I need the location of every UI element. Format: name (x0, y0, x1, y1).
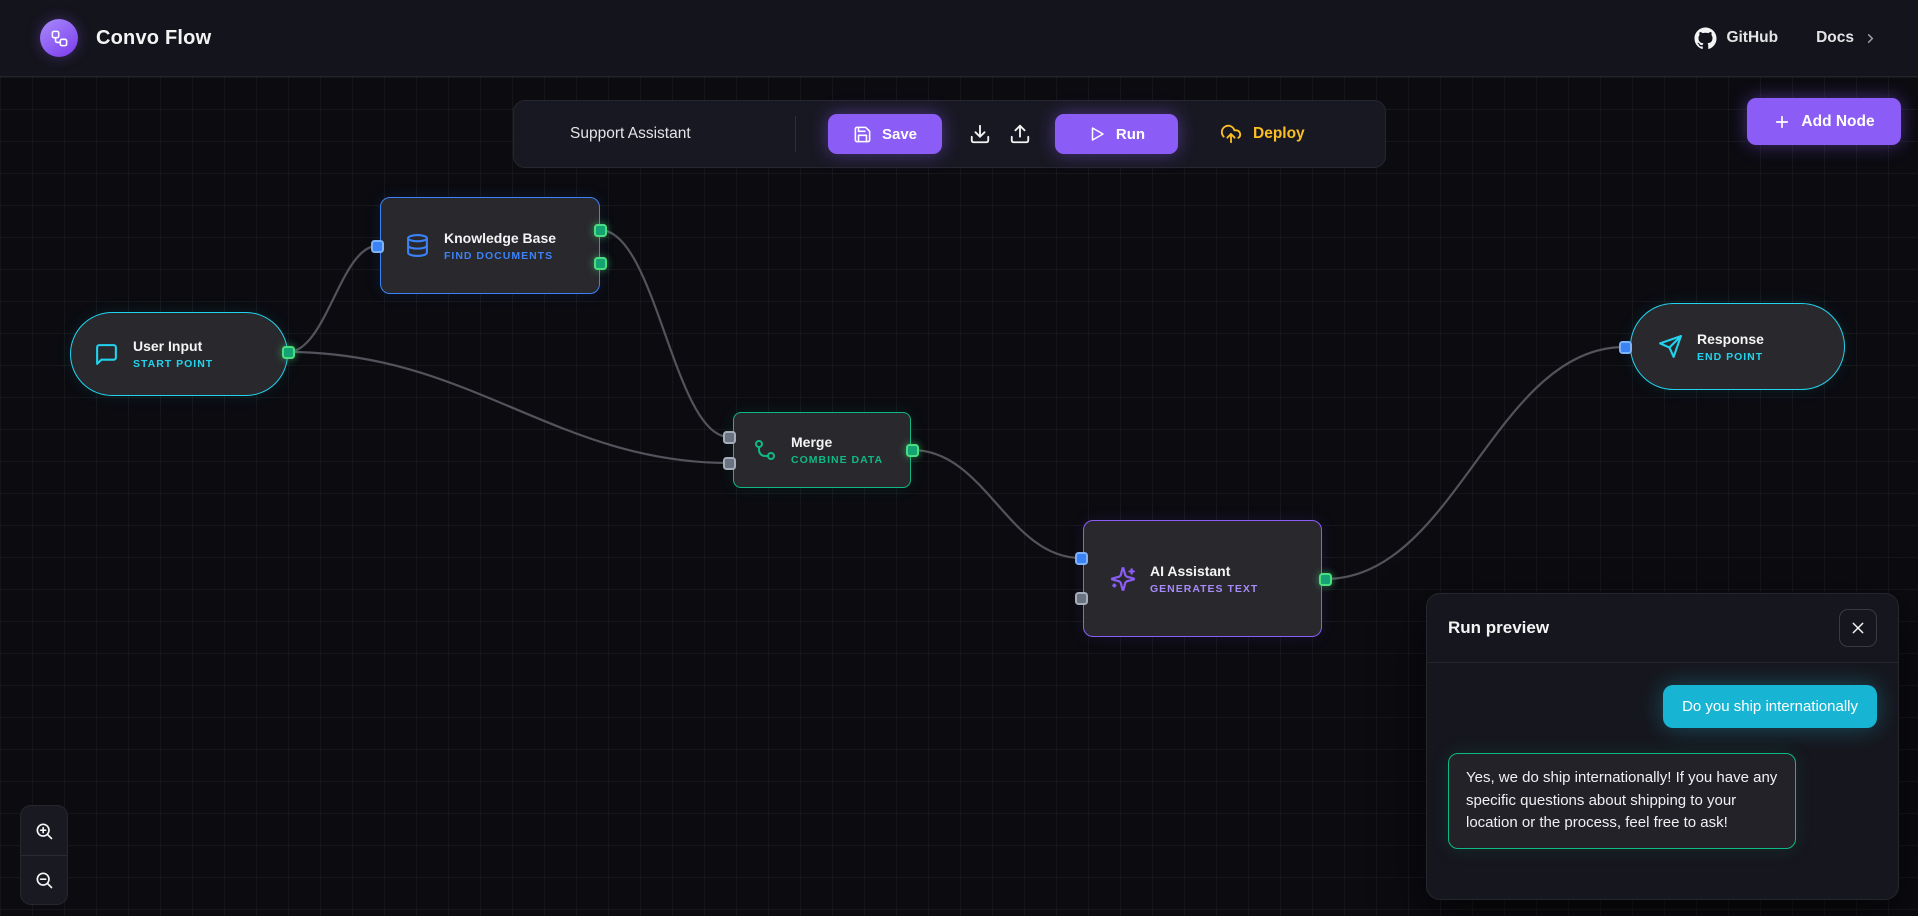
message-square-icon (94, 342, 119, 367)
import-button[interactable] (960, 114, 1000, 154)
app-logo (40, 19, 78, 57)
node-user-input[interactable]: User Input START POINT (70, 312, 288, 396)
handle-aiassistant-input-bottom[interactable] (1075, 592, 1088, 605)
deploy-button[interactable]: Deploy (1210, 114, 1315, 154)
handle-knowledgebase-output-bottom[interactable] (594, 257, 607, 270)
chat-message-assistant: Yes, we do ship internationally! If you … (1448, 753, 1796, 849)
chat-message-user: Do you ship internationally (1663, 685, 1877, 728)
zoom-in-icon (34, 821, 54, 841)
download-icon (969, 123, 991, 145)
handle-knowledgebase-input[interactable] (371, 240, 384, 253)
add-node-label: Add Node (1801, 113, 1874, 131)
handle-aiassistant-output[interactable] (1319, 573, 1332, 586)
add-node-button[interactable]: Add Node (1747, 98, 1901, 145)
node-title: Response (1697, 331, 1764, 347)
node-merge[interactable]: Merge COMBINE DATA (733, 412, 911, 488)
node-subtitle: FIND DOCUMENTS (444, 250, 556, 262)
send-icon (1658, 334, 1683, 359)
github-label: GitHub (1726, 29, 1778, 47)
close-icon (1850, 620, 1866, 636)
chevron-right-icon (1863, 31, 1878, 46)
flow-name[interactable]: Support Assistant (570, 125, 795, 143)
node-subtitle: START POINT (133, 358, 213, 370)
handle-userinput-output[interactable] (282, 346, 295, 359)
run-label: Run (1116, 126, 1145, 143)
run-button[interactable]: Run (1055, 114, 1178, 154)
zoom-in-button[interactable] (21, 806, 67, 855)
export-button[interactable] (1000, 114, 1040, 154)
zoom-controls (20, 805, 68, 905)
handle-merge-input-bottom[interactable] (723, 457, 736, 470)
sparkles-icon (1110, 566, 1136, 592)
node-subtitle: COMBINE DATA (791, 454, 883, 466)
zoom-out-icon (34, 870, 54, 890)
node-knowledge-base[interactable]: Knowledge Base FIND DOCUMENTS (380, 197, 600, 294)
cloud-upload-icon (1220, 123, 1242, 145)
handle-merge-output[interactable] (906, 444, 919, 457)
workflow-icon (50, 29, 69, 48)
docs-label: Docs (1816, 29, 1854, 47)
github-icon (1694, 27, 1717, 50)
node-title: AI Assistant (1150, 563, 1258, 579)
save-icon (853, 125, 872, 144)
node-title: Knowledge Base (444, 230, 556, 246)
docs-link[interactable]: Docs (1816, 29, 1878, 47)
handle-aiassistant-input-top[interactable] (1075, 552, 1088, 565)
node-response[interactable]: Response END POINT (1630, 303, 1845, 390)
save-button[interactable]: Save (828, 114, 942, 154)
github-link[interactable]: GitHub (1694, 27, 1778, 50)
handle-merge-input-top[interactable] (723, 431, 736, 444)
toolbar-divider (795, 116, 796, 152)
save-label: Save (882, 126, 917, 143)
node-ai-assistant[interactable]: AI Assistant GENERATES TEXT (1083, 520, 1322, 637)
zoom-out-button[interactable] (21, 855, 67, 904)
plus-icon (1773, 113, 1791, 131)
node-title: Merge (791, 434, 883, 450)
app-title: Convo Flow (96, 27, 211, 50)
run-preview-panel: Run preview Do you ship internationally … (1426, 593, 1899, 900)
handle-response-input[interactable] (1619, 341, 1632, 354)
upload-icon (1009, 123, 1031, 145)
node-subtitle: END POINT (1697, 351, 1764, 363)
database-icon (405, 233, 430, 258)
run-preview-messages: Do you ship internationally Yes, we do s… (1427, 663, 1898, 871)
git-merge-icon (753, 438, 777, 462)
node-title: User Input (133, 338, 213, 354)
top-nav: Convo Flow GitHub Docs (0, 0, 1918, 77)
play-icon (1088, 125, 1106, 143)
node-subtitle: GENERATES TEXT (1150, 583, 1258, 595)
convo-flow-app: Convo Flow GitHub Docs Sup (0, 0, 1918, 916)
handle-knowledgebase-output-top[interactable] (594, 224, 607, 237)
run-preview-header: Run preview (1427, 594, 1898, 663)
deploy-label: Deploy (1253, 125, 1305, 143)
flow-toolbar: Support Assistant Save (513, 100, 1386, 168)
run-preview-title: Run preview (1448, 618, 1549, 638)
close-button[interactable] (1839, 609, 1877, 647)
